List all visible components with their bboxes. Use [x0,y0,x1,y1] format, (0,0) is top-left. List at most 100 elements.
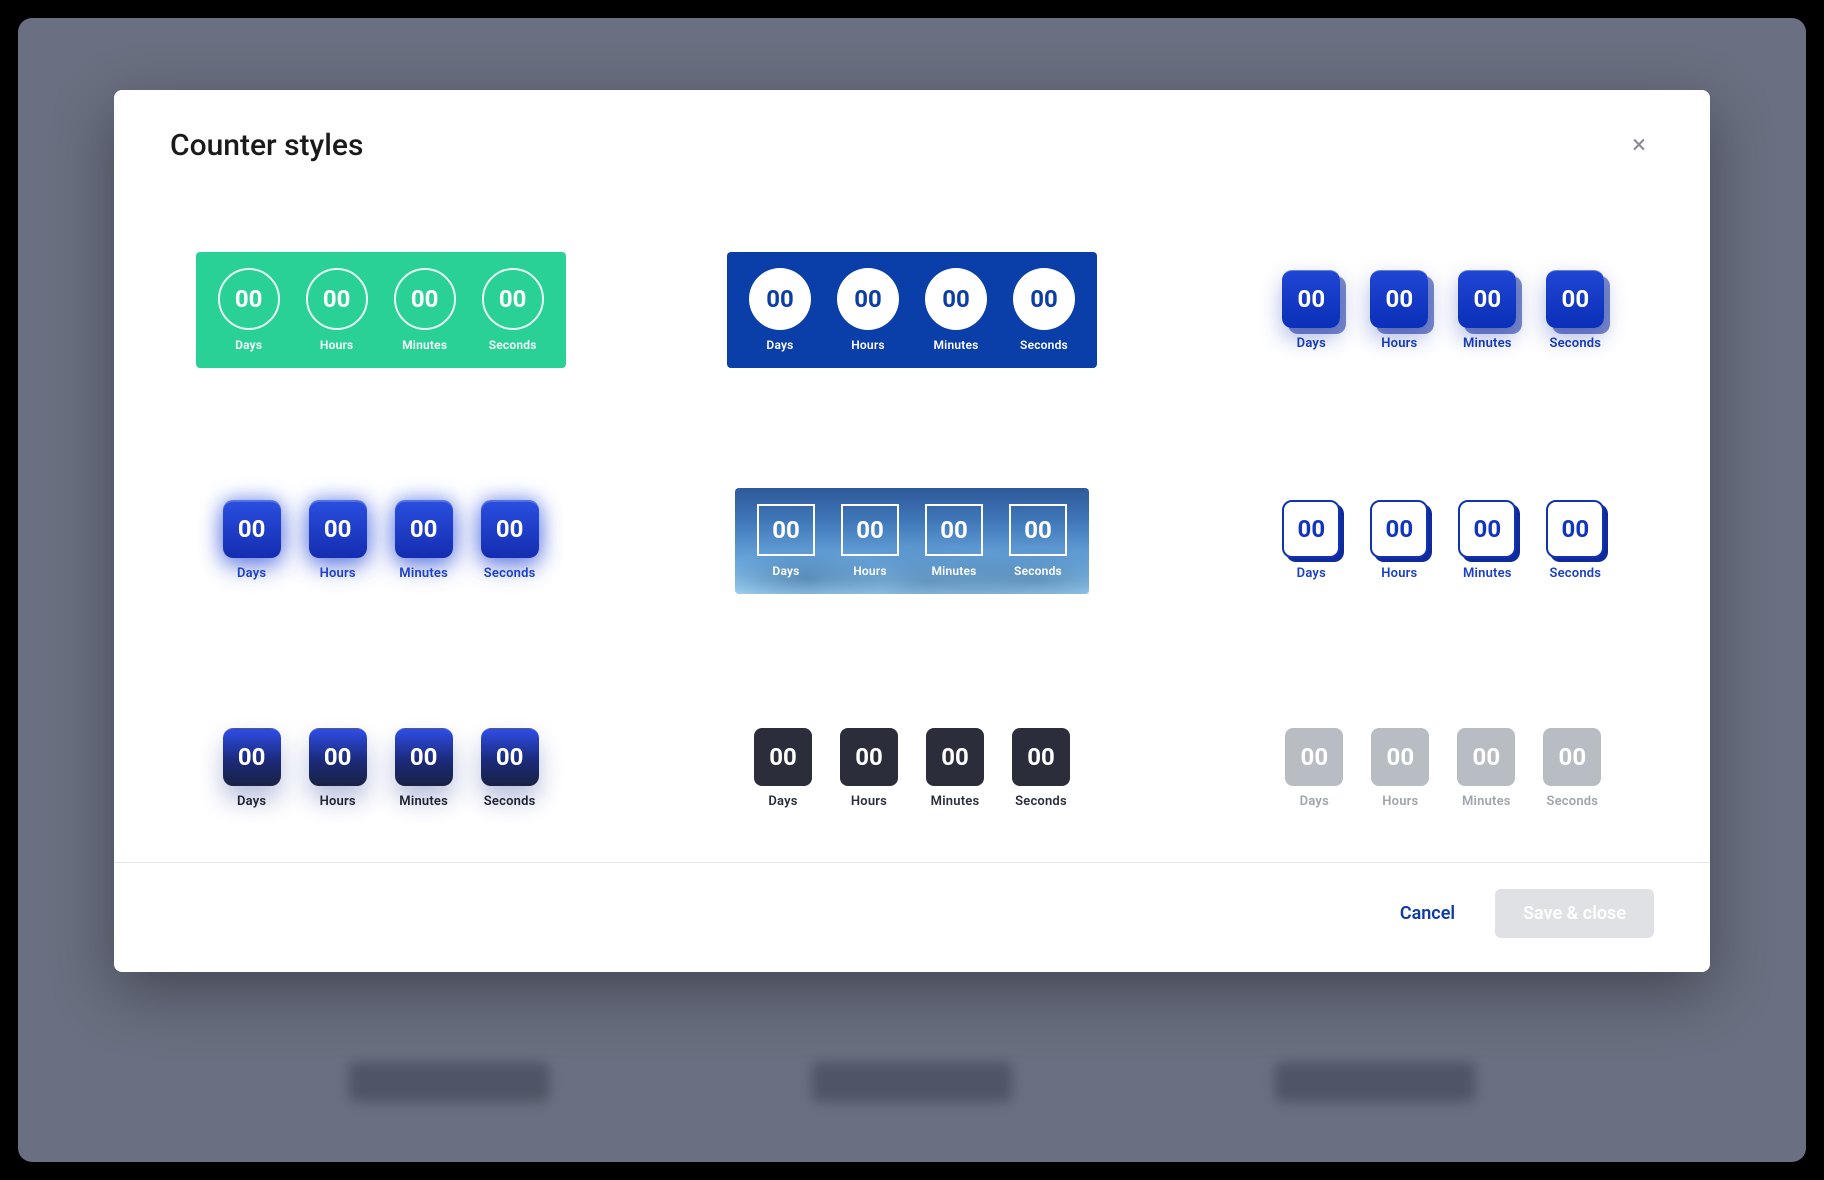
counter-unit-label: Minutes [1458,336,1516,351]
counter-unit-label: Hours [837,338,899,352]
counter-value-tile: 00 [1371,728,1429,786]
counter-unit-label: Seconds [1012,794,1070,809]
styles-grid: 00Days00Hours00Minutes00Seconds00Days00H… [114,173,1710,862]
counter-value-tile: 00 [1458,270,1516,328]
counter-unit: 00Minutes [395,728,453,809]
counter-value: 00 [324,743,352,771]
counter-value-tile: 00 [395,728,453,786]
counter-unit-label: Hours [1371,794,1429,809]
modal-title: Counter styles [170,128,363,163]
modal-header: Counter styles × [114,90,1710,173]
counter-unit: 00Seconds [1009,504,1067,578]
counter-value: 00 [769,743,797,771]
save-close-button[interactable]: Save & close [1495,889,1654,938]
counter-value-tile: 00 [1013,268,1075,330]
counter-unit: 00 Days [223,728,281,809]
counter-unit: 00 Days [1282,500,1340,581]
counter-value-tile: 00 [482,268,544,330]
counter-unit: 00 Minutes [395,500,453,581]
counter-value: 00 [238,743,266,771]
counter-unit-label: Hours [840,794,898,809]
counter-value: 00 [1562,285,1590,313]
counter-style-blue-panel-white-circle[interactable]: 00Days00Hours00Minutes00Seconds [727,252,1097,368]
counter-unit-label: Days [218,338,280,352]
counter-value: 00 [1474,285,1502,313]
counter-value: 00 [324,515,352,543]
close-icon[interactable]: × [1624,128,1654,162]
counter-value-tile: 00 [1282,500,1340,558]
counter-unit: 00Minutes [1457,728,1515,809]
counter-unit: 00Seconds [481,500,539,581]
counter-value: 00 [410,743,438,771]
counter-unit-label: Hours [841,564,899,578]
counter-unit-label: Minutes [926,794,984,809]
counter-value-tile: 00 [1009,504,1067,556]
counter-unit-label: Days [749,338,811,352]
counter-unit: 00 Hours [309,728,367,809]
counter-value: 00 [1301,743,1329,771]
counter-value-tile: 00 [309,728,367,786]
counter-style-blue-glow-button[interactable]: 00Days00Hours00Minutes00Seconds [205,486,557,595]
counter-value-tile: 00 [1370,500,1428,558]
counter-value: 00 [411,285,439,313]
counter-style-charcoal-flat[interactable]: 00Days00Hours00Minutes00Seconds [736,714,1088,823]
counter-unit-label: Days [1285,794,1343,809]
counter-value-tile: 00 [394,268,456,330]
counter-unit: 00 Days [749,268,811,352]
counter-value: 00 [499,285,527,313]
counter-value: 00 [1562,515,1590,543]
counter-value: 00 [854,285,882,313]
counter-value-tile: 00 [395,500,453,558]
modal-footer: Cancel Save & close [114,862,1710,972]
counter-style-blue-dark-gradient[interactable]: 00Days00Hours00Minutes00Seconds [205,714,557,823]
counter-style-mountain-outline-square[interactable]: 00Days00Hours00Minutes00Seconds [735,488,1089,594]
counter-unit-label: Days [223,794,281,809]
counter-unit: 00Hours [1370,270,1428,351]
counter-value-tile: 00 [223,728,281,786]
counter-value: 00 [766,285,794,313]
counter-unit-label: Seconds [481,566,539,581]
counter-value-tile: 00 [306,268,368,330]
counter-value: 00 [855,743,883,771]
cancel-button[interactable]: Cancel [1388,893,1467,934]
counter-value: 00 [1559,743,1587,771]
counter-value: 00 [1027,743,1055,771]
counter-unit-label: Seconds [1543,794,1601,809]
counter-unit: 00Minutes [1458,500,1516,581]
counter-unit: 00 Seconds [1546,270,1604,351]
counter-style-white-blue-outline[interactable]: 00Days00Hours00Minutes00Seconds [1264,486,1622,595]
counter-value: 00 [1298,285,1326,313]
counter-styles-modal: Counter styles × 00Days00Hours00Minutes0… [114,90,1710,972]
counter-value: 00 [238,515,266,543]
counter-value: 00 [772,516,800,544]
counter-value-tile: 00 [1546,270,1604,328]
counter-style-grey-muted[interactable]: 00 Days 00 Hours 00Minutes 00 Seconds [1267,714,1619,823]
counter-unit: 00 Days [1282,270,1340,351]
counter-unit-label: Hours [309,566,367,581]
counter-unit: 00 Hours [840,728,898,809]
counter-unit-label: Minutes [395,566,453,581]
counter-unit-label: Days [1282,566,1340,581]
counter-style-green-circle-outline[interactable]: 00Days00Hours00Minutes00Seconds [196,252,566,368]
counter-value-tile: 00 [1370,270,1428,328]
counter-unit-label: Seconds [482,338,544,352]
counter-unit-label: Minutes [925,564,983,578]
counter-value: 00 [941,743,969,771]
counter-value-tile: 00 [841,504,899,556]
counter-value-tile: 00 [1282,270,1340,328]
counter-unit-label: Seconds [481,794,539,809]
counter-value: 00 [1387,743,1415,771]
counter-value-tile: 00 [837,268,899,330]
counter-style-blue-3d-button[interactable]: 00Days00Hours00Minutes00Seconds [1264,256,1622,365]
counter-unit: 00 Hours [841,504,899,578]
counter-unit: 00Seconds [1013,268,1075,352]
counter-unit-label: Hours [309,794,367,809]
counter-value-tile: 00 [1458,500,1516,558]
counter-unit-label: Seconds [1546,336,1604,351]
counter-value: 00 [323,285,351,313]
counter-unit-label: Days [1282,336,1340,351]
counter-value-tile: 00 [218,268,280,330]
counter-value-tile: 00 [309,500,367,558]
counter-unit: 00 Hours [1371,728,1429,809]
background-blurred-content [18,1062,1806,1102]
